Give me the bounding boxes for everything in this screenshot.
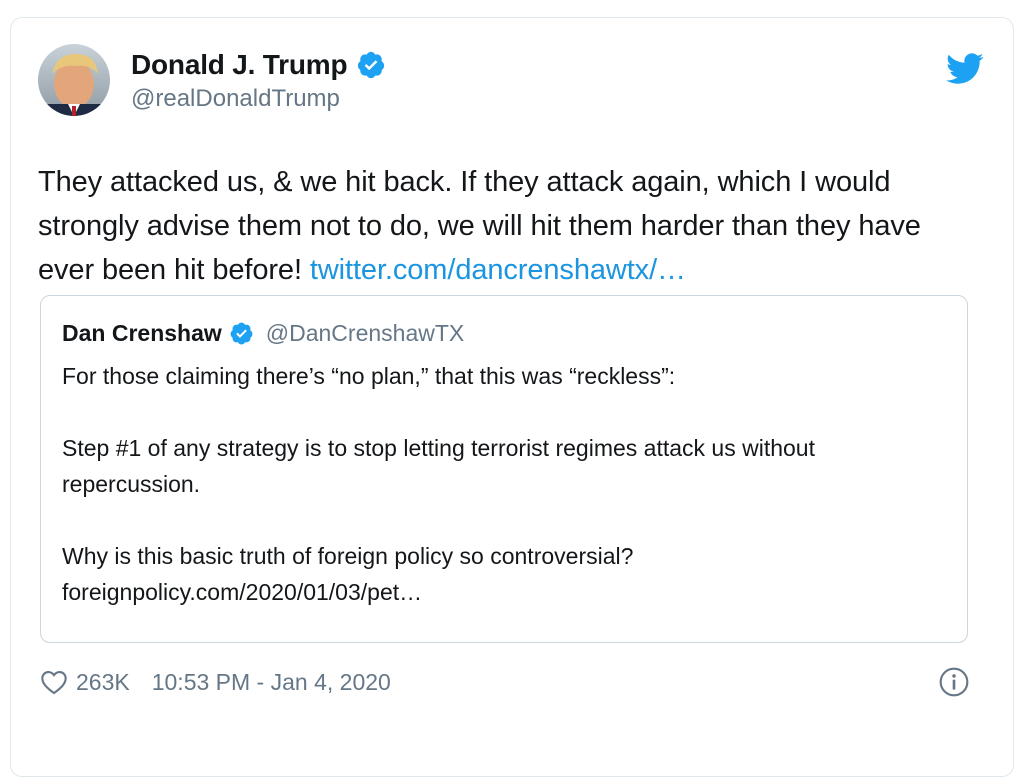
- author-names: Donald J. Trump @realDonaldTrump: [131, 48, 386, 113]
- tweet-text: They attacked us, & we hit back. If they…: [38, 160, 978, 292]
- tweet-link[interactable]: twitter.com/dancrenshawtx/…: [310, 254, 686, 286]
- twitter-bird-icon[interactable]: [946, 52, 984, 86]
- tweet-header: Donald J. Trump @realDonaldTrump: [38, 42, 386, 118]
- quoted-paragraph: Step #1 of any strategy is to stop letti…: [62, 435, 815, 497]
- tweet-footer: 263K 10:53 PM - Jan 4, 2020: [40, 664, 970, 700]
- quoted-author-handle[interactable]: @DanCrenshawTX: [266, 320, 464, 347]
- verified-badge-icon: [356, 50, 386, 80]
- quoted-tweet[interactable]: Dan Crenshaw @DanCrenshawTX For those cl…: [40, 295, 968, 643]
- quoted-paragraph: Why is this basic truth of foreign polic…: [62, 543, 634, 605]
- quoted-tweet-body: For those claiming there’s “no plan,” th…: [62, 358, 942, 610]
- quoted-tweet-header: Dan Crenshaw @DanCrenshawTX: [62, 318, 464, 348]
- like-count[interactable]: 263K: [76, 669, 130, 696]
- quoted-paragraph: For those claiming there’s “no plan,” th…: [62, 363, 676, 389]
- tweet-timestamp[interactable]: 10:53 PM - Jan 4, 2020: [152, 669, 391, 696]
- avatar[interactable]: [38, 44, 110, 116]
- quoted-author-name[interactable]: Dan Crenshaw: [62, 320, 222, 347]
- heart-icon[interactable]: [40, 669, 68, 695]
- author-display-name[interactable]: Donald J. Trump: [131, 49, 348, 81]
- verified-badge-icon: [229, 321, 254, 346]
- name-row: Donald J. Trump: [131, 48, 386, 82]
- info-icon[interactable]: [938, 666, 970, 698]
- author-handle[interactable]: @realDonaldTrump: [131, 85, 386, 113]
